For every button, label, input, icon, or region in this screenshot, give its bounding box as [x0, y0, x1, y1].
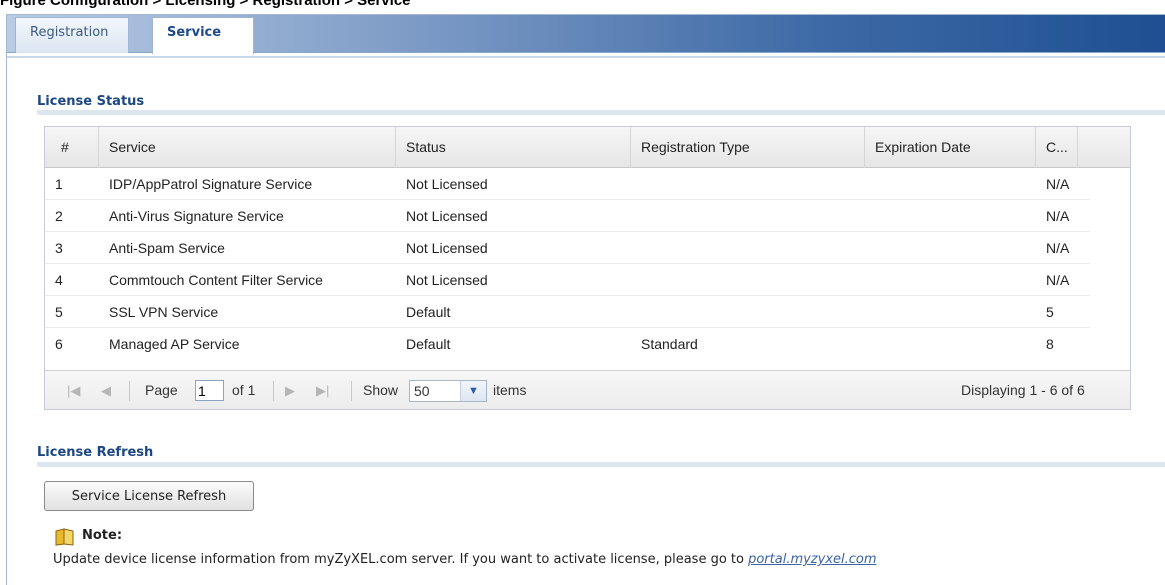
row-service: Anti-Spam Service — [109, 240, 225, 256]
table-row[interactable]: 3 Anti-Spam Service Not Licensed N/A — [45, 233, 1090, 264]
prev-page-icon[interactable]: ◀ — [101, 371, 111, 410]
note-text: Update device license information from m… — [53, 552, 877, 567]
last-page-icon[interactable]: ▶| — [316, 371, 329, 410]
row-number: 6 — [55, 336, 63, 352]
row-expiration-date — [865, 201, 1036, 232]
row-service: IDP/AppPatrol Signature Service — [109, 176, 313, 192]
license-status-title: License Status — [37, 94, 145, 109]
row-status: Default — [406, 304, 451, 320]
dropdown-arrow-icon[interactable]: ▼ — [460, 381, 486, 401]
page-number-input[interactable] — [195, 380, 224, 401]
license-refresh-title: License Refresh — [37, 445, 154, 460]
table-row[interactable]: 6 Managed AP Service Default Standard 8 — [45, 329, 1090, 360]
row-registration-type — [631, 233, 865, 264]
figure-caption-text: Figure Configuration > Licensing > Regis… — [0, 0, 411, 8]
row-status: Not Licensed — [406, 208, 488, 224]
portal-link[interactable]: portal.myzyxel.com — [748, 552, 876, 567]
first-page-icon[interactable]: |◀ — [67, 371, 80, 410]
items-label: items — [493, 382, 527, 398]
displaying-count: Displaying 1 - 6 of 6 — [961, 382, 1085, 398]
row-count: N/A — [1046, 240, 1070, 256]
page-size-select[interactable]: 50 ▼ — [409, 380, 487, 402]
row-status: Default — [406, 336, 451, 352]
table-row[interactable]: 1 IDP/AppPatrol Signature Service Not Li… — [45, 169, 1090, 200]
row-registration-type — [631, 297, 865, 328]
service-license-refresh-button[interactable]: Service License Refresh — [44, 481, 254, 511]
license-status-rule — [37, 110, 1165, 115]
show-label: Show — [363, 382, 399, 398]
page-of-label: of 1 — [232, 382, 256, 398]
table-row[interactable]: 2 Anti-Virus Signature Service Not Licen… — [45, 201, 1090, 232]
row-number: 5 — [55, 304, 63, 320]
row-count: N/A — [1046, 176, 1070, 192]
figure-caption: Figure Configuration > Licensing > Regis… — [0, 0, 1165, 8]
page-label: Page — [145, 382, 178, 398]
table-row[interactable]: 4 Commtouch Content Filter Service Not L… — [45, 265, 1090, 296]
tab-registration[interactable]: Registration — [15, 17, 129, 53]
row-expiration-date — [865, 233, 1036, 264]
row-registration-type — [631, 201, 865, 232]
row-status: Not Licensed — [406, 272, 488, 288]
tab-bar: Registration Service — [7, 15, 1165, 54]
table-pager: |◀ ◀ Page of 1 ▶ ▶| Show 50 ▼ items Disp… — [45, 370, 1130, 409]
row-number: 3 — [55, 240, 63, 256]
note-body: Update device license information from m… — [53, 552, 749, 567]
column-header-expiration-date[interactable]: Expiration Date — [865, 127, 1036, 168]
tab-bar-underline — [7, 56, 1165, 58]
pager-divider — [129, 381, 130, 401]
next-page-icon[interactable]: ▶ — [285, 371, 295, 410]
table-row[interactable]: 5 SSL VPN Service Default 5 — [45, 297, 1090, 328]
row-service: Anti-Virus Signature Service — [109, 208, 284, 224]
row-count: 8 — [1046, 336, 1054, 352]
page-size-value: 50 — [414, 383, 430, 399]
license-refresh-rule — [37, 462, 1165, 467]
table-header: # Service Status Registration Type Expir… — [45, 127, 1130, 168]
row-expiration-date — [865, 169, 1036, 200]
column-header-service[interactable]: Service — [99, 127, 396, 168]
row-service: Managed AP Service — [109, 336, 240, 352]
row-number: 4 — [55, 272, 63, 288]
column-header-status[interactable]: Status — [396, 127, 631, 168]
note-book-icon — [55, 528, 74, 546]
row-count: N/A — [1046, 272, 1070, 288]
row-registration-type: Standard — [641, 336, 698, 352]
row-number: 2 — [55, 208, 63, 224]
column-header-count[interactable]: C... — [1036, 127, 1078, 168]
row-registration-type — [631, 265, 865, 296]
row-registration-type — [631, 169, 865, 200]
note-label: Note: — [82, 528, 123, 543]
column-header-registration-type[interactable]: Registration Type — [631, 127, 865, 168]
row-expiration-date — [865, 297, 1036, 328]
row-count: 5 — [1046, 304, 1054, 320]
column-header-number[interactable]: # — [45, 127, 99, 168]
row-service: Commtouch Content Filter Service — [109, 272, 323, 288]
row-expiration-date — [865, 265, 1036, 296]
pager-divider — [273, 381, 274, 401]
content-frame: Registration Service License Status # Se… — [6, 14, 1165, 585]
pager-divider — [351, 381, 352, 401]
row-status: Not Licensed — [406, 240, 488, 256]
row-service: SSL VPN Service — [109, 304, 219, 320]
row-number: 1 — [55, 176, 63, 192]
row-status: Not Licensed — [406, 176, 488, 192]
row-expiration-date — [865, 329, 1036, 360]
tab-service[interactable]: Service — [152, 17, 254, 54]
license-status-table: # Service Status Registration Type Expir… — [44, 126, 1131, 410]
row-count: N/A — [1046, 208, 1070, 224]
